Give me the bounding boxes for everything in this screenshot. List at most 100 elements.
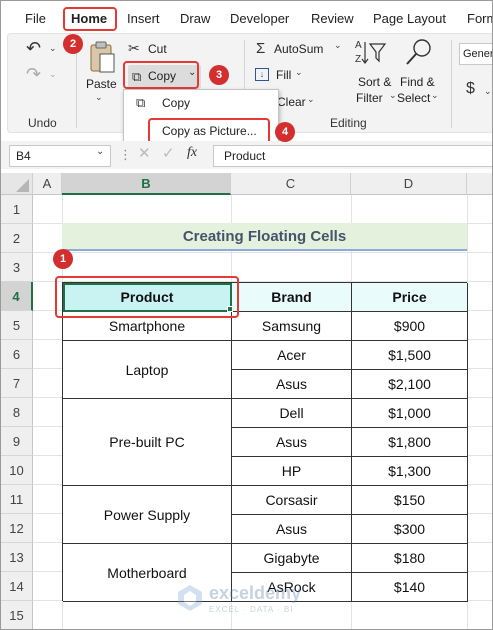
product-cell[interactable]: Power Supply <box>63 486 232 544</box>
redo-icon[interactable]: ↷ <box>26 64 41 85</box>
watermark-name: exceldemy <box>209 583 302 603</box>
fill-dropdown-icon[interactable]: ⌄ <box>295 67 303 78</box>
editing-group-label: Editing <box>330 116 367 130</box>
row-header-6[interactable]: 6 <box>1 340 33 369</box>
tab-page-layout[interactable]: Page Layout <box>373 10 446 28</box>
brand-cell[interactable]: Acer <box>232 341 352 370</box>
price-cell[interactable]: $1,500 <box>352 341 468 370</box>
price-cell[interactable]: $900 <box>352 312 468 341</box>
undo-dropdown-icon[interactable]: ⌄ <box>49 43 57 54</box>
step-badge-1: 1 <box>53 249 73 269</box>
product-header-highlight <box>55 276 239 318</box>
select-all-corner[interactable] <box>1 173 33 195</box>
worksheet-grid[interactable]: A B C D 1 2 3 4 5 6 7 8 9 10 11 12 13 14 15 Creating F… <box>1 173 492 629</box>
product-cell[interactable]: Pre-built PC <box>63 399 232 486</box>
gridline <box>33 252 492 253</box>
paste-dropdown-icon[interactable]: ⌄ <box>95 92 103 103</box>
brand-cell[interactable]: Samsung <box>232 312 352 341</box>
row-header-14[interactable]: 14 <box>1 572 33 601</box>
autosum-label[interactable]: AutoSum <box>274 42 323 56</box>
more-options-icon: ⋮ <box>119 147 132 162</box>
formula-bar: B4 ⌄ ⋮ ✕ ✓ fx Product <box>1 141 492 169</box>
redo-dropdown-icon: ⌄ <box>49 69 57 79</box>
row-header-10[interactable]: 10 <box>1 456 33 485</box>
find-select-label-1[interactable]: Find & <box>400 75 435 89</box>
brand-cell[interactable]: Dell <box>232 399 352 428</box>
name-box-dropdown-icon[interactable]: ⌄ <box>96 146 104 157</box>
currency-format-button[interactable]: $ <box>466 80 475 98</box>
paste-icon[interactable] <box>88 40 116 77</box>
tab-formulas[interactable]: Form <box>467 10 492 28</box>
cancel-entry-icon[interactable]: ✕ <box>138 144 151 162</box>
col-header-d[interactable]: D <box>351 173 467 195</box>
number-format-select[interactable]: Gener <box>459 43 492 65</box>
row-header-3[interactable]: 3 <box>1 253 33 282</box>
row-header-7[interactable]: 7 <box>1 369 33 398</box>
fill-label[interactable]: Fill <box>276 68 291 82</box>
clear-dropdown-icon[interactable]: ⌄ <box>307 94 315 105</box>
clear-label[interactable]: Clear <box>277 95 306 109</box>
tab-file[interactable]: File <box>25 10 46 28</box>
currency-dropdown-icon[interactable]: ⌄ <box>484 86 492 97</box>
row-header-15[interactable]: 15 <box>1 601 33 629</box>
fill-icon[interactable]: ↓ <box>255 68 269 81</box>
price-cell[interactable]: $150 <box>352 486 468 515</box>
data-table: Product Brand Price Smartphone Laptop Pr… <box>62 282 468 602</box>
brand-cell[interactable]: Gigabyte <box>232 544 352 573</box>
price-cell[interactable]: $2,100 <box>352 370 468 399</box>
col-header-c[interactable]: C <box>231 173 351 195</box>
price-cell[interactable]: $180 <box>352 544 468 573</box>
header-brand[interactable]: Brand <box>232 283 352 312</box>
tab-draw[interactable]: Draw <box>180 10 210 28</box>
brand-cell[interactable]: Asus <box>232 428 352 457</box>
col-header-b[interactable]: B <box>62 173 231 195</box>
price-cell[interactable]: $1,000 <box>352 399 468 428</box>
find-select-label-2[interactable]: Select <box>397 91 430 105</box>
brand-cell[interactable]: Asus <box>232 370 352 399</box>
watermark-tagline: EXCEL · DATA · BI <box>209 605 294 614</box>
svg-text:A: A <box>355 40 362 51</box>
tab-review[interactable]: Review <box>311 10 354 28</box>
cut-icon[interactable]: ✂ <box>128 40 140 57</box>
watermark: exceldemy EXCEL · DATA · BI <box>175 581 325 621</box>
sort-filter-label-1[interactable]: Sort & <box>358 75 391 89</box>
row-header-12[interactable]: 12 <box>1 514 33 543</box>
sort-filter-label-2[interactable]: Filter <box>356 91 383 105</box>
paste-label[interactable]: Paste <box>86 77 117 91</box>
price-cell[interactable]: $1,300 <box>352 457 468 486</box>
tab-insert[interactable]: Insert <box>127 10 160 28</box>
autosum-dropdown-icon[interactable]: ⌄ <box>334 40 342 51</box>
excel-window: File Home Insert Draw Developer Review P… <box>0 0 493 630</box>
brand-cell[interactable]: HP <box>232 457 352 486</box>
row-header-9[interactable]: 9 <box>1 427 33 456</box>
price-cell[interactable]: $1,800 <box>352 428 468 457</box>
row-header-1[interactable]: 1 <box>1 195 33 224</box>
insert-function-icon[interactable]: fx <box>187 145 197 161</box>
brand-cell[interactable]: Asus <box>232 515 352 544</box>
price-cell[interactable]: $140 <box>352 573 468 602</box>
col-header-e[interactable] <box>467 173 492 195</box>
sort-filter-icon[interactable]: A Z <box>354 36 388 69</box>
row-header-11[interactable]: 11 <box>1 485 33 514</box>
autosum-icon[interactable]: Σ <box>256 40 265 57</box>
row-header-8[interactable]: 8 <box>1 398 33 427</box>
search-icon[interactable] <box>404 37 436 70</box>
row-header-13[interactable]: 13 <box>1 543 33 572</box>
row-header-4[interactable]: 4 <box>1 282 33 311</box>
step-badge-2: 2 <box>63 34 83 54</box>
row-header-5[interactable]: 5 <box>1 311 33 340</box>
copy-menu-item[interactable]: Copy <box>162 96 190 110</box>
brand-cell[interactable]: Corsasir <box>232 486 352 515</box>
undo-icon[interactable]: ↶ <box>26 38 41 59</box>
find-select-dropdown-icon[interactable]: ⌄ <box>431 90 439 101</box>
row-header-2[interactable]: 2 <box>1 224 33 253</box>
price-cell[interactable]: $300 <box>352 515 468 544</box>
cut-label[interactable]: Cut <box>148 42 167 56</box>
formula-input[interactable]: Product <box>213 145 492 167</box>
product-cell[interactable]: Laptop <box>63 341 232 399</box>
tab-developer[interactable]: Developer <box>230 10 289 28</box>
header-price[interactable]: Price <box>352 283 468 312</box>
col-header-a[interactable]: A <box>33 173 62 195</box>
sort-filter-dropdown-icon[interactable]: ⌄ <box>389 90 397 101</box>
confirm-entry-icon[interactable]: ✓ <box>162 144 175 162</box>
